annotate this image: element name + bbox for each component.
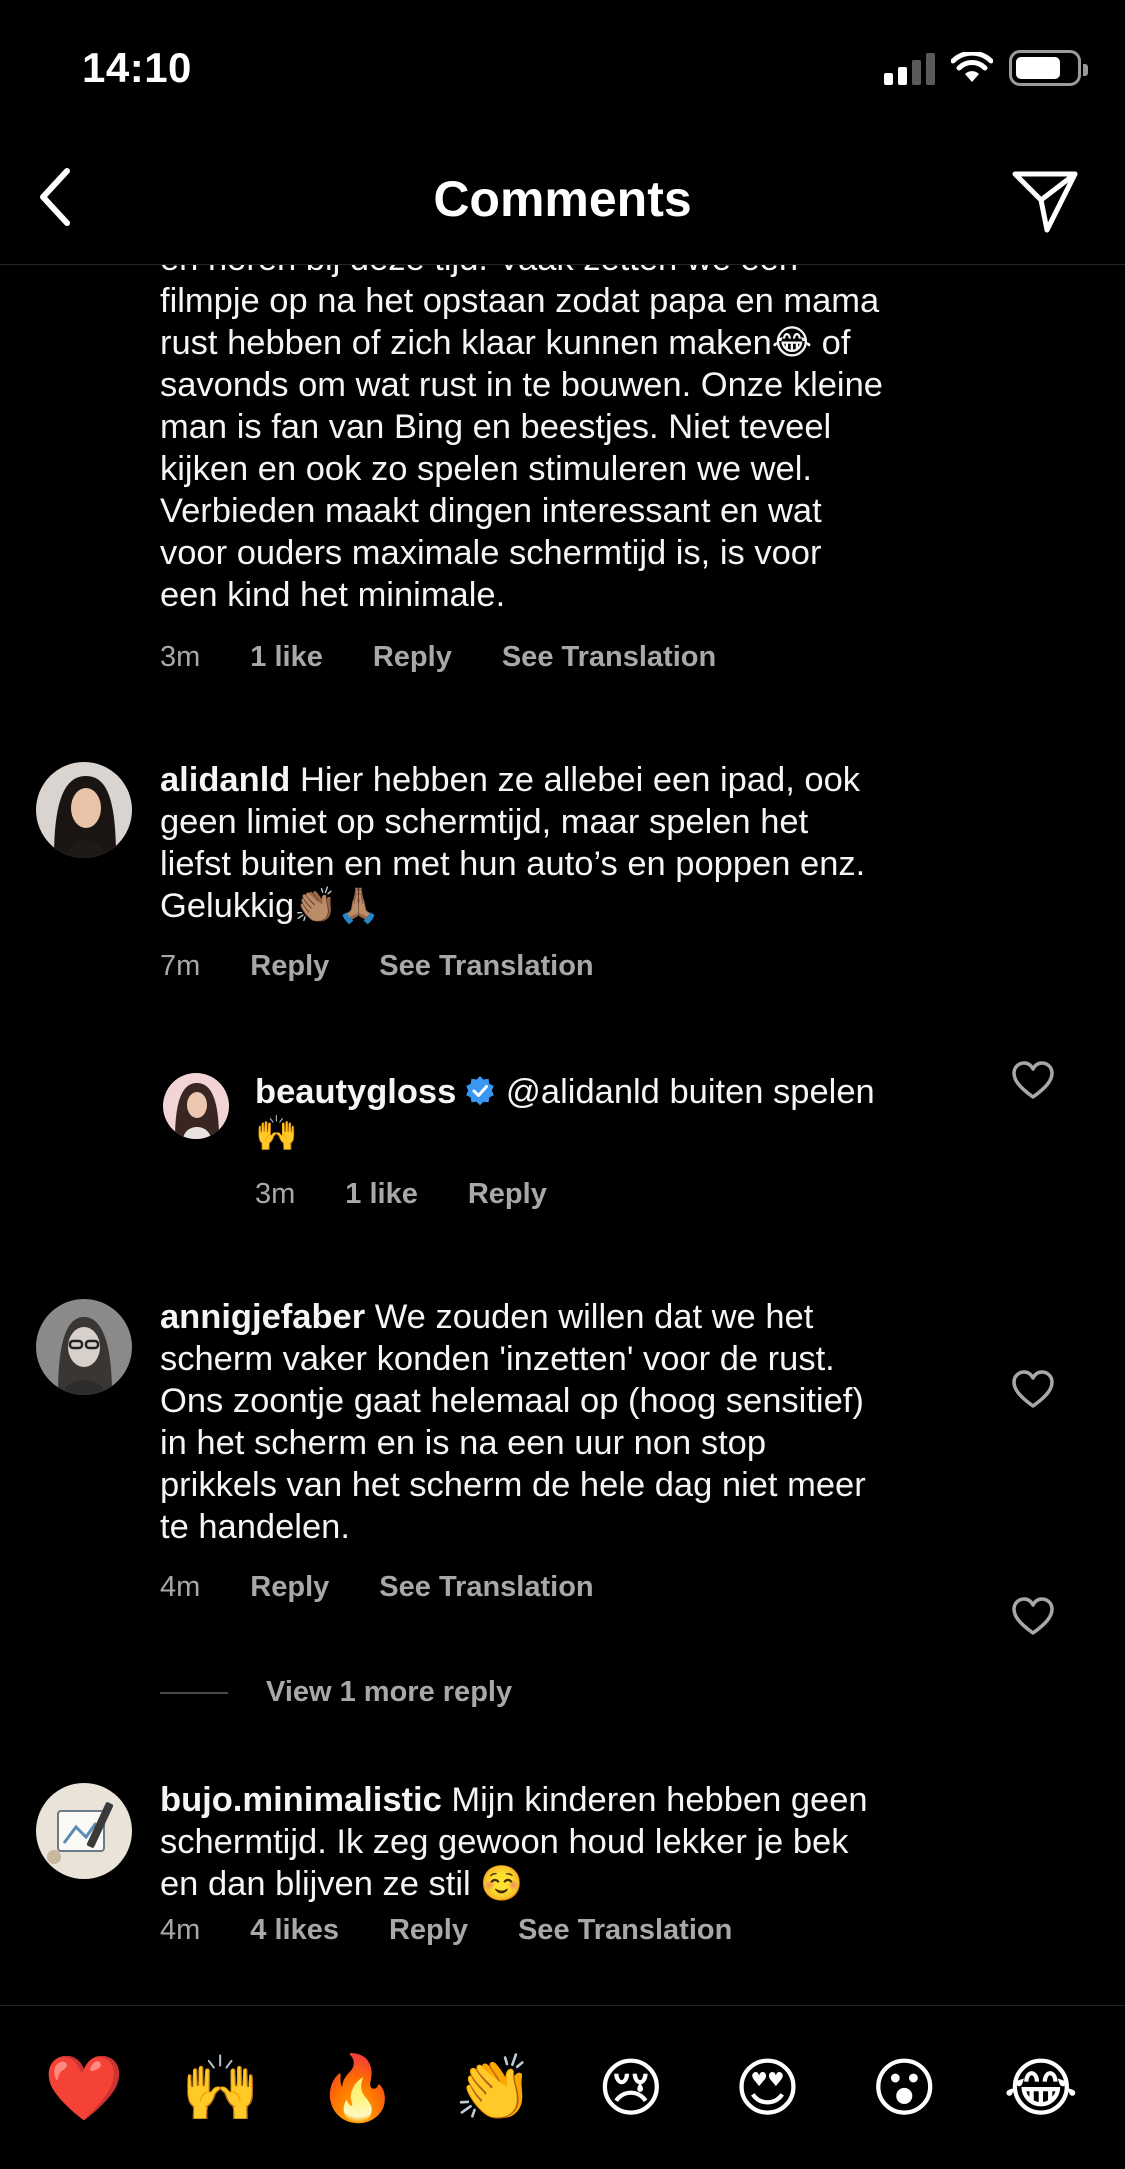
comment-username[interactable]: annigjefaber (160, 1298, 365, 1336)
emoji-button-laughing[interactable]: 😂 (1001, 2048, 1081, 2128)
comment-line: voor ouders maximale schermtijd is, is v… (160, 534, 822, 572)
comment-line: Verbieden maakt dingen interessant en wa… (160, 492, 822, 530)
comment-line: We zouden willen dat we het (374, 1298, 814, 1336)
comment-line: filmpje op na het opstaan zodat papa en … (160, 282, 880, 320)
comment-line: man is fan van Bing en beestjes. Niet te… (160, 408, 832, 446)
comment-time: 7m (160, 950, 201, 982)
avatar[interactable] (36, 1299, 132, 1395)
comment-time: 3m (255, 1178, 296, 1210)
comment-text: bujo.minimalistic Mijn kinderen hebben g… (160, 1779, 1020, 1905)
avatar[interactable] (36, 762, 132, 858)
comment-line: Gelukkig👏🏽🙏🏽 (160, 887, 381, 925)
reply-button[interactable]: Reply (250, 1571, 329, 1604)
comment-text: beautygloss @alidanld buiten spelen 🙌 (255, 1071, 1015, 1155)
comments-list[interactable]: en horen bij deze tijd. Vaak zetten we e… (0, 265, 1125, 2005)
page-title: Comments (433, 171, 692, 227)
comment-meta: 4m 4 likes Reply See Translation (160, 1914, 732, 1947)
comment-line: en horen bij deze tijd. Vaak zetten we e… (160, 265, 1020, 280)
comment-meta: 3m 1 like Reply See Translation (160, 641, 716, 674)
comment-meta: 3m 1 like Reply (255, 1178, 547, 1211)
comment-line: scherm vaker konden 'inzetten' voor de r… (160, 1340, 835, 1378)
likes-count-link[interactable]: 4 likes (250, 1914, 339, 1947)
likes-count-link[interactable]: 1 like (250, 641, 323, 674)
likes-count-link[interactable]: 1 like (345, 1178, 418, 1211)
verified-badge-icon (466, 1076, 495, 1106)
see-translation-button[interactable]: See Translation (379, 1571, 593, 1604)
comment-username[interactable]: bujo.minimalistic (160, 1781, 442, 1819)
comment-line: liefst buiten en met hun auto’s en poppe… (160, 845, 866, 883)
comment-line: prikkels van het scherm de hele dag niet… (160, 1466, 866, 1504)
emoji-reaction-bar: ❤️ 🙌 🔥 👏 😢 😍 😮 😂 (0, 2005, 1125, 2169)
comment-line: Hier hebben ze allebei een ipad, ook (299, 761, 861, 799)
status-icons (884, 50, 1088, 86)
emoji-button-fire[interactable]: 🔥 (317, 2048, 398, 2128)
battery-icon (1009, 50, 1088, 86)
comment-text: alidanld Hier hebben ze allebei een ipad… (160, 759, 1020, 927)
reply-button[interactable]: Reply (250, 950, 329, 983)
comment-line: een kind het minimale. (160, 576, 506, 614)
emoji-button-heart-eyes[interactable]: 😍 (728, 2048, 808, 2128)
comment-line: te handelen. (160, 1508, 350, 1546)
comment-line: Ons zoontje gaat helemaal op (hoog sensi… (160, 1382, 864, 1420)
comment-line: Mijn kinderen hebben geen (451, 1781, 868, 1819)
see-translation-button[interactable]: See Translation (379, 950, 593, 983)
emoji-button-surprised[interactable]: 😮 (864, 2048, 944, 2128)
comment-line: kijken en ook zo spelen stimuleren we we… (160, 450, 812, 488)
heart-icon[interactable] (1011, 1060, 1055, 1100)
comment-time: 4m (160, 1914, 201, 1946)
comment-line: geen limiet op schermtijd, maar spelen h… (160, 803, 809, 841)
comment-line: rust hebben of zich klaar kunnen maken😂 … (160, 324, 851, 362)
emoji-button-heart[interactable]: ❤️ (44, 2048, 124, 2128)
heart-icon[interactable] (1011, 1596, 1055, 1636)
wifi-icon (951, 52, 993, 82)
comment-text: en horen bij deze tijd. Vaak zetten we e… (160, 265, 1020, 616)
comment-line: @alidanld buiten spelen (505, 1073, 875, 1111)
see-translation-button[interactable]: See Translation (502, 641, 716, 674)
comment-username[interactable]: alidanld (160, 761, 290, 799)
comment-text: annigjefaber We zouden willen dat we het… (160, 1296, 1020, 1548)
share-button[interactable] (1009, 164, 1081, 236)
comment-line: in het scherm en is na een uur non stop (160, 1424, 767, 1462)
comment-line: en dan blijven ze stil ☺️ (160, 1865, 524, 1903)
view-more-divider (160, 1691, 228, 1694)
status-time: 14:10 (82, 44, 192, 91)
send-icon (1012, 171, 1078, 233)
reply-button[interactable]: Reply (468, 1178, 547, 1211)
status-bar: 14:10 (0, 0, 1125, 140)
avatar[interactable] (36, 1783, 132, 1879)
comment-time: 3m (160, 641, 201, 673)
comment-time: 4m (160, 1571, 201, 1603)
comment-line: schermtijd. Ik zeg gewoon houd lekker je… (160, 1823, 849, 1861)
emoji-button-clap[interactable]: 👏 (454, 2048, 534, 2128)
comment-username[interactable]: beautygloss (255, 1073, 456, 1111)
comment-line: savonds om wat rust in te bouwen. Onze k… (160, 366, 883, 404)
view-more-label: View 1 more reply (266, 1676, 513, 1708)
nav-header: Comments (0, 140, 1125, 265)
avatar[interactable] (163, 1073, 229, 1139)
comment-line: 🙌 (255, 1115, 298, 1153)
emoji-button-raised-hands[interactable]: 🙌 (181, 2048, 261, 2128)
view-more-replies-button[interactable]: View 1 more reply (160, 1676, 512, 1709)
comment-meta: 7m Reply See Translation (160, 950, 594, 983)
signal-icon (884, 51, 935, 85)
comments-screen: 14:10 Comments filmpje op na het opstaan… (0, 0, 1125, 2169)
emoji-button-crying[interactable]: 😢 (591, 2048, 671, 2128)
comment-meta: 4m Reply See Translation (160, 1571, 594, 1604)
reply-button[interactable]: Reply (389, 1914, 468, 1947)
see-translation-button[interactable]: See Translation (518, 1914, 732, 1947)
reply-button[interactable]: Reply (373, 641, 452, 674)
